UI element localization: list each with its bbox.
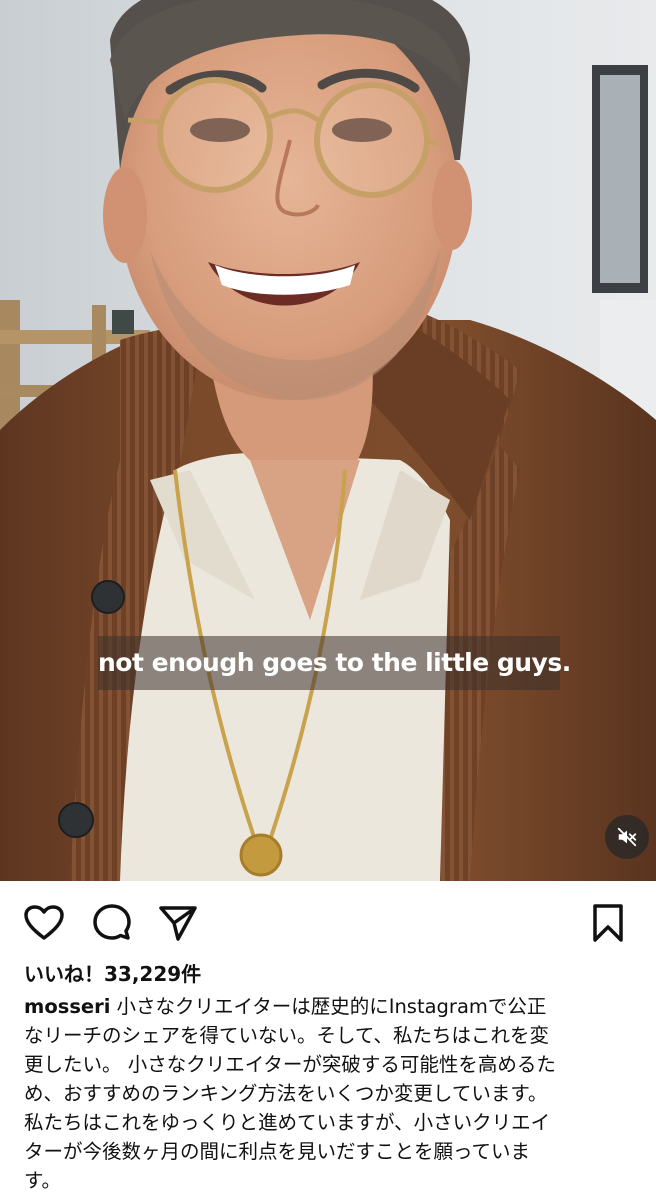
video-player[interactable]: not enough goes to the little guys. [0, 0, 656, 881]
caption-line: め、おすすめのランキング方法をいくつか変更しています。 [24, 1082, 548, 1105]
bookmark-icon [593, 904, 623, 942]
caption-line: す。 [24, 1169, 62, 1192]
like-button[interactable] [22, 901, 66, 945]
post-action-bar [0, 881, 656, 961]
caption-line: 更したい。 小さなクリエイターが突破する可能性を高めるた [24, 1053, 556, 1076]
paper-plane-icon [159, 906, 197, 941]
caption-text: 小さなクリエイターは歴史的にInstagramで公正 [116, 995, 547, 1018]
share-button[interactable] [156, 901, 200, 945]
caption-line: なリーチのシェアを得ていない。そして、私たちはこれを変 [24, 1024, 549, 1047]
video-subtitle: not enough goes to the little guys. [98, 636, 571, 690]
caption-username[interactable]: mosseri [24, 995, 110, 1018]
speaker-muted-icon [617, 827, 637, 847]
post-caption: mosseri 小さなクリエイターは歴史的にInstagramで公正 なリーチのシ… [24, 992, 636, 1195]
comment-button[interactable] [90, 901, 134, 945]
caption-line: mosseri 小さなクリエイターは歴史的にInstagramで公正 [24, 992, 636, 1021]
video-frame [0, 0, 656, 881]
save-button[interactable] [586, 901, 630, 945]
caption-line: 私たちはこれをゆっくりと進めていますが、小さいクリエイ [24, 1111, 551, 1134]
mute-button[interactable] [605, 815, 649, 859]
like-count[interactable]: いいね！33,229件 [24, 958, 201, 987]
heart-icon [24, 905, 64, 940]
comment-bubble-icon [93, 904, 131, 940]
caption-line: ターが今後数ヶ月の間に利点を見いだすことを願っていま [24, 1140, 531, 1163]
